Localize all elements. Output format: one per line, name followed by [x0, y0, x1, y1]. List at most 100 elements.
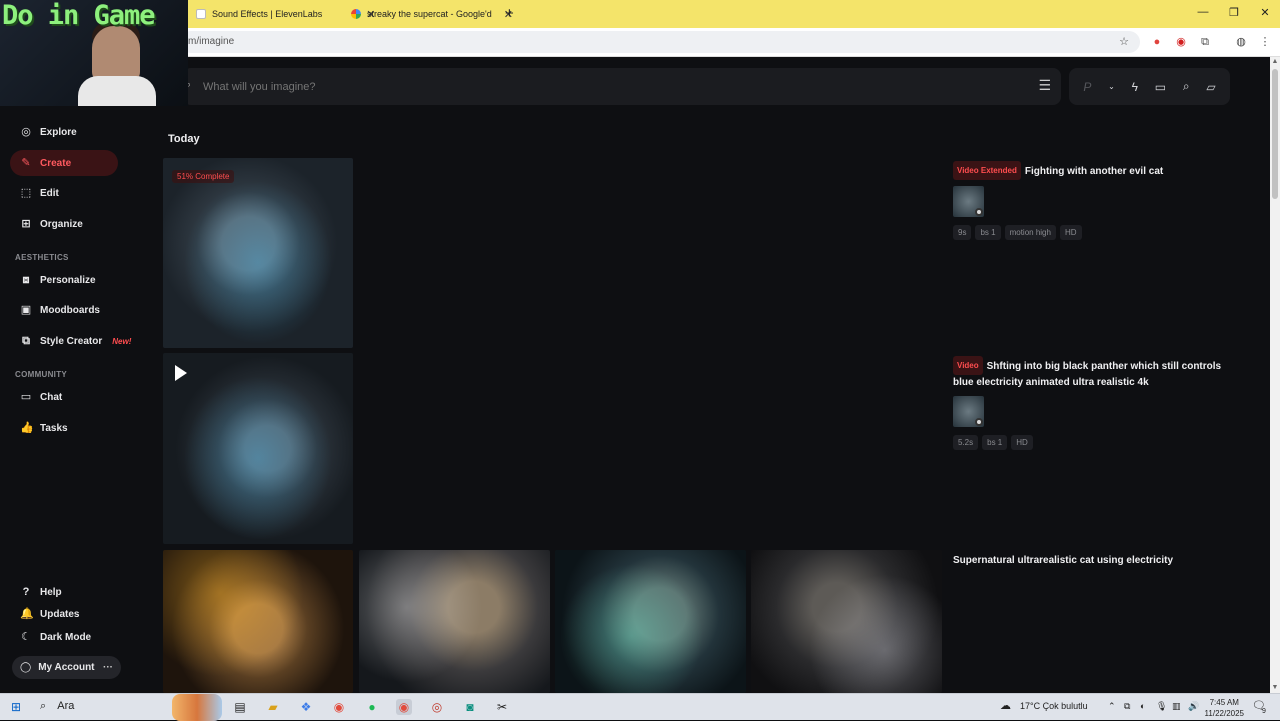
reference-badge-icon	[975, 418, 983, 426]
generated-image[interactable]	[555, 550, 746, 693]
job-prompt[interactable]: Video Extended Fighting with another evil…	[953, 161, 1243, 180]
reference-image[interactable]	[953, 186, 984, 217]
windows-taskbar: ⊞ ⌕ Ara ▤ ▰ ❖ ◉ ● ◉ ◎ ◙ ✂ ☁ 17°C Çok bul…	[0, 693, 1280, 721]
generated-video-thumbnail[interactable]: 51% Complete	[163, 158, 353, 348]
task-view-icon[interactable]: ▤	[232, 699, 248, 715]
weather-icon[interactable]: ☁	[1000, 699, 1011, 712]
opera-extension-icon[interactable]: ◉	[1174, 35, 1188, 49]
compass-icon: ◎	[21, 126, 31, 138]
tab-google[interactable]: streaky the supercat - Google'd ✕	[343, 4, 521, 24]
param-chip[interactable]: HD	[1011, 435, 1033, 450]
weather-text[interactable]: 17°C Çok bulutlu	[1020, 701, 1088, 711]
sidebar-item-explore[interactable]: ◎ Explore	[10, 119, 118, 145]
capcut-icon[interactable]: ✂	[494, 699, 510, 715]
spotify-icon[interactable]: ●	[364, 699, 380, 715]
address-bar[interactable]: m/imagine	[180, 31, 1140, 53]
play-icon[interactable]	[175, 365, 187, 381]
sidebar: ◎ Explore ✎ Create ⬚ Edit ⊞ Organize AES…	[0, 57, 160, 693]
chat-bubble-icon[interactable]: ▭	[1155, 80, 1166, 94]
sidebar-item-dark-mode[interactable]: ☾ Dark Mode	[10, 624, 118, 650]
mic-icon[interactable]: 🎙	[1156, 701, 1167, 712]
new-tab-button[interactable]: +	[505, 5, 514, 22]
sidebar-item-label: Edit	[40, 187, 59, 199]
app-icon[interactable]: ◙	[462, 699, 478, 715]
address-bar-row: m/imagine ☆ ● ◉ ⧉ ◍ ⋮	[0, 28, 1280, 57]
google-favicon-icon	[351, 9, 361, 19]
sidebar-item-label: Organize	[40, 218, 83, 230]
chevron-down-icon[interactable]: ⌄	[1108, 82, 1115, 91]
my-account-button[interactable]: ◯ My Account ···	[12, 656, 121, 679]
generated-video-thumbnail[interactable]	[163, 353, 353, 544]
sidebar-item-edit[interactable]: ⬚ Edit	[10, 180, 118, 206]
windows-start-icon[interactable]: ⊞	[8, 699, 24, 715]
close-window-button[interactable]: ✕	[1250, 6, 1280, 19]
imagine-input[interactable]	[203, 77, 1023, 97]
scrollbar-thumb[interactable]	[1272, 69, 1278, 199]
restore-button[interactable]: ❐	[1219, 6, 1249, 19]
param-chip[interactable]: HD	[1059, 225, 1082, 240]
param-chip[interactable]: motion high	[1004, 225, 1056, 240]
param-chip[interactable]: bs 1	[975, 225, 1001, 240]
section-label-aesthetics: AESTHETICS	[15, 253, 69, 262]
webcam-overlay: Do in Game	[0, 0, 188, 106]
more-options-icon[interactable]: ···	[103, 662, 113, 673]
tray-icon[interactable]: ⧉	[1124, 701, 1130, 712]
copilot-icon[interactable]: ❖	[298, 699, 314, 715]
param-chip[interactable]: bs 1	[982, 435, 1008, 450]
chrome-icon[interactable]: ◉	[331, 699, 347, 715]
bookmark-star-icon[interactable]: ☆	[1117, 35, 1131, 49]
sidebar-item-label: Updates	[40, 608, 80, 620]
tab-title: Sound Effects | ElevenLabs	[212, 9, 323, 19]
search-icon[interactable]: ⌕	[1183, 79, 1190, 94]
settings-sliders-icon[interactable]: ☰	[1038, 77, 1051, 94]
sidebar-item-create[interactable]: ✎ Create	[10, 150, 118, 176]
param-chip[interactable]: 5.2s	[953, 435, 979, 450]
sidebar-item-style-creator[interactable]: ⧉ Style Creator New!	[10, 328, 150, 354]
job-prompt[interactable]: Video Shfting into big black panther whic…	[953, 356, 1243, 390]
network-icon[interactable]: ▥	[1172, 701, 1181, 712]
minimize-button[interactable]: —	[1188, 6, 1218, 18]
scroll-up-icon[interactable]: ▲	[1270, 57, 1280, 67]
parameter-chips: 9s bs 1 motion high HD	[953, 225, 1243, 240]
scroll-down-icon[interactable]: ▼	[1270, 683, 1280, 693]
toolbar: P ⌄ ϟ ▭ ⌕ ▱	[1069, 68, 1230, 105]
sidebar-item-personalize[interactable]: ⧈ Personalize	[10, 267, 118, 293]
page-scrollbar[interactable]: ▲ ▼	[1270, 57, 1280, 693]
new-badge: New!	[112, 336, 132, 346]
sidebar-item-tasks[interactable]: 👍 Tasks	[10, 415, 118, 441]
personalize-toggle[interactable]: P	[1083, 80, 1091, 94]
generated-image[interactable]	[751, 550, 942, 693]
grid-icon: ⊞	[21, 218, 31, 230]
generated-image[interactable]	[163, 550, 353, 693]
obs-icon[interactable]: ◎	[429, 699, 445, 715]
taskbar-search-label: Ara	[57, 700, 75, 712]
volume-icon[interactable]: 🔊	[1188, 701, 1199, 712]
help-icon: ?	[22, 586, 30, 598]
param-chip[interactable]: 9s	[953, 225, 972, 240]
sidebar-item-organize[interactable]: ⊞ Organize	[10, 211, 118, 237]
reference-image[interactable]	[953, 396, 984, 427]
job-prompt[interactable]: Supernatural ultrarealistic cat using el…	[953, 553, 1243, 568]
imagine-bar[interactable]: ⌕ ☰	[183, 68, 1061, 105]
sidebar-item-label: Help	[40, 586, 62, 598]
taskbar-clock[interactable]: 7:45 AM 11/22/2025	[1205, 697, 1244, 719]
sidebar-item-label: Dark Mode	[40, 631, 92, 643]
sidebar-item-label: Create	[40, 157, 72, 169]
sidebar-item-moodboards[interactable]: ▣ Moodboards	[10, 297, 118, 323]
extension-icon[interactable]: ●	[1150, 35, 1164, 49]
chrome-active-icon[interactable]: ◉	[396, 699, 412, 715]
browser-menu-icon[interactable]: ⋮	[1258, 35, 1272, 49]
style-creator-icon: ⧉	[22, 335, 30, 347]
generated-image[interactable]	[359, 550, 550, 693]
lightning-icon[interactable]: ϟ	[1132, 80, 1138, 94]
tray-chevron-icon[interactable]: ⌃	[1108, 701, 1116, 712]
search-highlight-image[interactable]	[172, 694, 222, 721]
profile-avatar-icon[interactable]: ◍	[1234, 35, 1248, 49]
tray-icon[interactable]: ◐	[1140, 701, 1145, 711]
sidebar-item-chat[interactable]: ▭ Chat	[10, 384, 118, 410]
stream-overlay-text: Do in Game	[2, 0, 156, 31]
elevenlabs-favicon-icon	[196, 9, 206, 19]
folder-icon[interactable]: ▱	[1206, 80, 1215, 94]
file-explorer-icon[interactable]: ▰	[265, 699, 281, 715]
extensions-puzzle-icon[interactable]: ⧉	[1198, 35, 1212, 49]
